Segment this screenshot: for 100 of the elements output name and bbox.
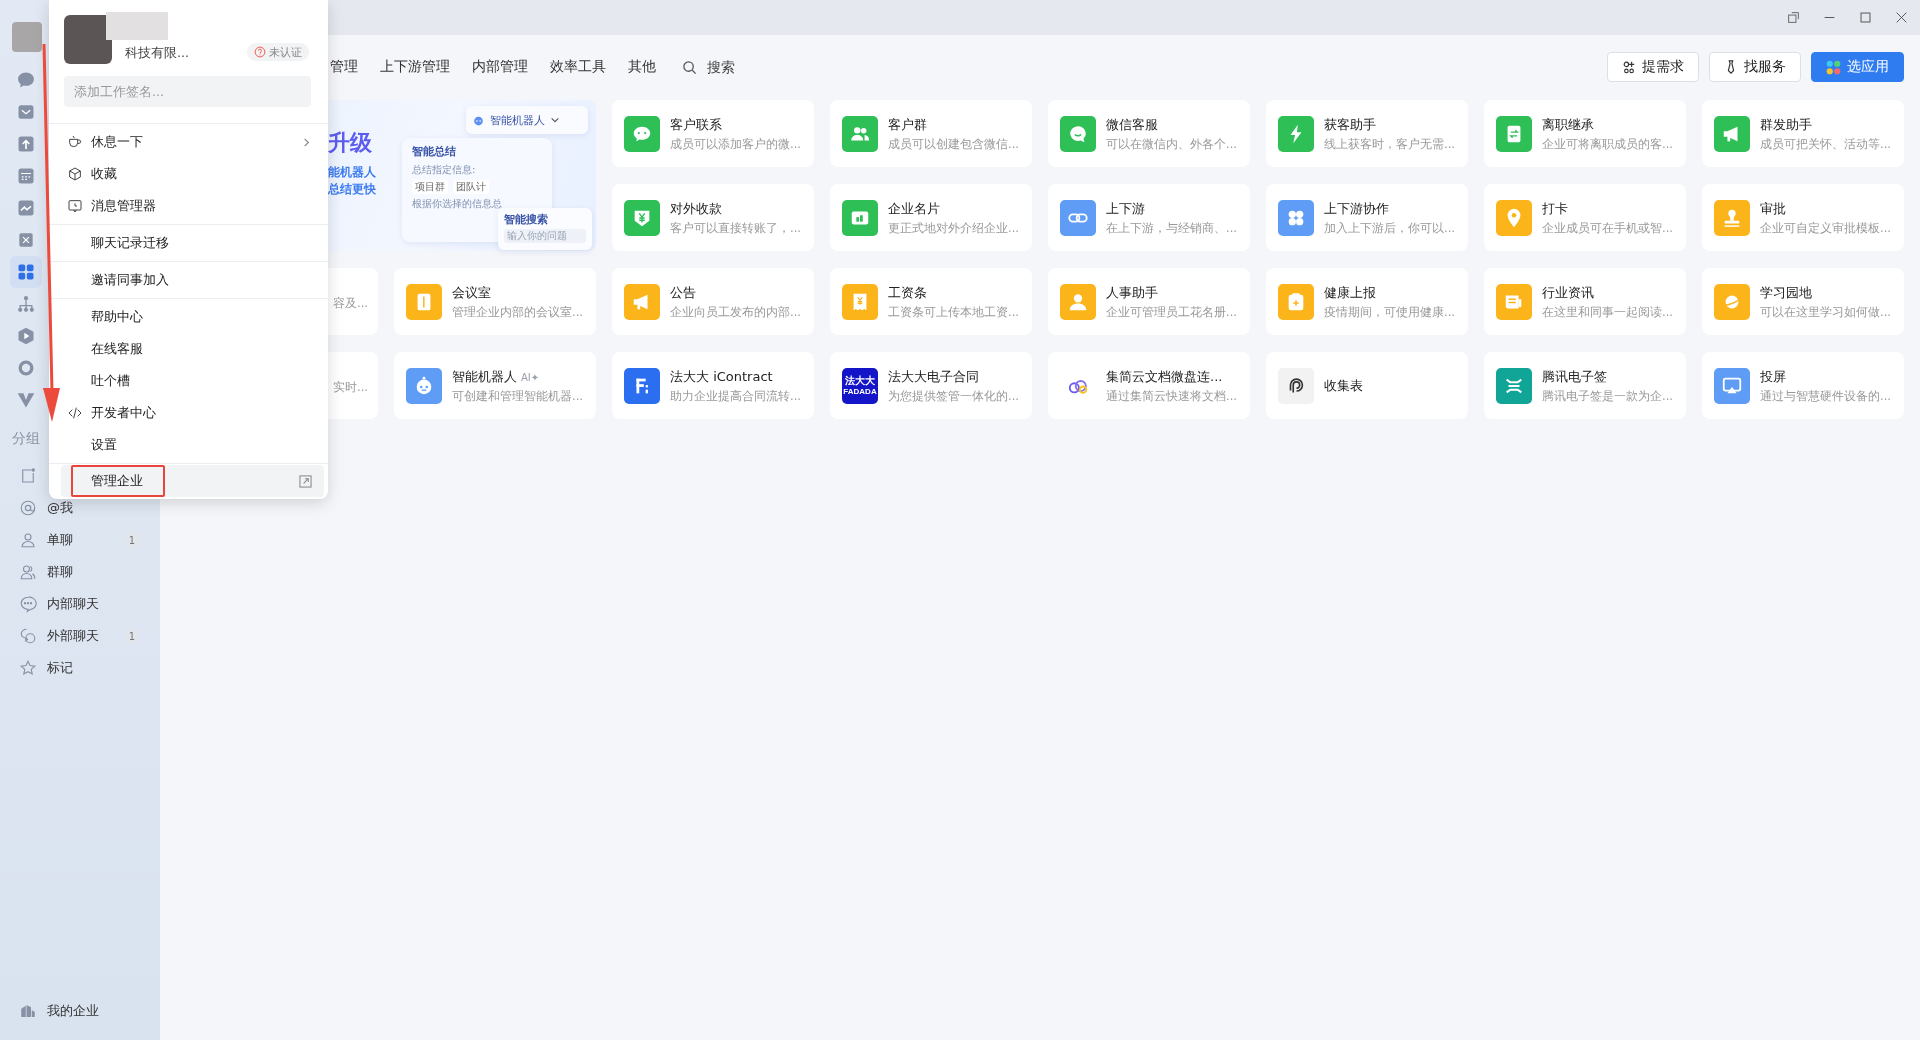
app-card[interactable]: 腾讯电子签 腾讯电子签是一款为企... — [1484, 352, 1686, 419]
category-tab[interactable]: 内部管理 — [472, 58, 528, 76]
group-item[interactable]: @我 — [47, 499, 73, 517]
app-title: 健康上报 — [1324, 283, 1376, 302]
group-item[interactable]: 单聊 — [47, 531, 73, 549]
app-title: 上下游协作 — [1324, 199, 1389, 218]
colored-dots-icon — [1826, 59, 1841, 75]
app-card[interactable]: 打卡 企业成员可在手机或智... — [1484, 184, 1686, 251]
app-card[interactable]: 微信客服 可以在微信内、外各个... — [1048, 100, 1250, 167]
app-card[interactable]: 上下游协作 加入上下游后，你可以... — [1266, 184, 1468, 251]
menu-item[interactable]: 管理企业 — [61, 465, 324, 497]
category-tab[interactable]: 上下游管理 — [380, 58, 450, 76]
company-name: 科技有限... — [125, 45, 189, 62]
app-card[interactable]: 客户联系 成员可以添加客户的微... — [612, 100, 814, 167]
app-card[interactable]: 获客助手 线上获客时，客户无需... — [1266, 100, 1468, 167]
app-card[interactable]: 企业名片 更正式地对外介绍企业... — [830, 184, 1032, 251]
category-tab[interactable]: 管理 — [330, 58, 358, 76]
enterprise-link[interactable]: 我的企业 — [47, 1002, 99, 1020]
menu-item[interactable]: 吐个槽 — [61, 365, 324, 397]
app-description: 在这里和同事一起阅读... — [1542, 304, 1673, 320]
app-card[interactable]: 公告 企业向员工发布的内部... — [612, 268, 814, 335]
app-description: 客户可以直接转账了，... — [670, 220, 801, 236]
app-title: 会议室 — [452, 283, 491, 302]
app-description: 通过与智慧硬件设备的... — [1760, 388, 1891, 404]
app-card[interactable]: 群发助手 成员可把关怀、活动等... — [1702, 100, 1904, 167]
app-description: 成员可把关怀、活动等... — [1760, 136, 1891, 152]
app-card[interactable]: 集简云文档微盘连... 通过集简云快速将文档... — [1048, 352, 1250, 419]
menu-item[interactable]: 开发者中心 — [61, 397, 324, 429]
search-icon[interactable] — [682, 59, 697, 75]
app-card[interactable]: 会议室 管理企业内部的会议室... — [394, 268, 596, 335]
double-bubble-icon[interactable] — [19, 627, 37, 645]
app-description: 可创建和管理智能机器... — [452, 388, 583, 404]
search-field[interactable]: 搜索 — [705, 58, 769, 76]
banner-headline: 升级 — [328, 129, 373, 157]
app-title: 法大大电子合同 — [888, 367, 979, 386]
menu-item[interactable]: 设置 — [61, 429, 324, 461]
app-card[interactable]: 行业资讯 在这里和同事一起阅读... — [1484, 268, 1686, 335]
at-sign-icon[interactable] — [19, 499, 37, 517]
app-card[interactable]: 工资条 工资条可上传本地工资... — [830, 268, 1032, 335]
panel-title: 智能搜索 — [504, 212, 549, 227]
action-button[interactable]: 选应用 — [1811, 52, 1904, 82]
app-title: 投屏 — [1760, 367, 1786, 386]
chevron-down-icon — [550, 115, 560, 125]
app-card[interactable]: 智能机器人 AI✦ 可创建和管理智能机器... — [394, 352, 596, 419]
app-card[interactable]: 投屏 通过与智慧硬件设备的... — [1702, 352, 1904, 419]
people-icon[interactable] — [19, 563, 37, 581]
group-item[interactable]: 外部聊天 — [47, 627, 99, 645]
maximize-icon[interactable] — [1859, 11, 1872, 24]
app-card[interactable]: 学习园地 可以在这里学习如何做... — [1702, 268, 1904, 335]
panel-text: 总结指定信息: — [412, 163, 477, 177]
star-icon[interactable] — [19, 659, 37, 677]
group-item[interactable]: 群聊 — [47, 563, 73, 581]
app-description: 加入上下游后，你可以... — [1324, 220, 1455, 236]
category-tab[interactable]: 其他 — [628, 58, 656, 76]
menu-item[interactable]: 在线客服 — [61, 333, 324, 365]
app-card[interactable]: 法大大 FADADA 法大大电子合同 为您提供签管一体化的... — [830, 352, 1032, 419]
ai-tag: AI✦ — [521, 371, 540, 383]
app-description: 疫情期间，可使用健康... — [1324, 304, 1455, 320]
app-card[interactable]: 人事助手 企业可管理员工花名册... — [1048, 268, 1250, 335]
app-card[interactable]: 上下游 在上下游，与经销商、... — [1048, 184, 1250, 251]
app-description: 可以在这里学习如何做... — [1760, 304, 1891, 320]
app-description: 企业可自定义审批模板... — [1760, 220, 1891, 236]
chat-bubble-icon[interactable] — [19, 595, 37, 613]
menu-item[interactable]: 帮助中心 — [61, 301, 324, 333]
app-title: 法大大 iContract — [670, 367, 773, 386]
menu-item[interactable]: 邀请同事加入 — [61, 264, 324, 296]
pin-window-icon[interactable] — [1787, 11, 1800, 24]
banner-text: 总结更快 — [328, 181, 376, 198]
app-card[interactable]: 收集表 — [1266, 352, 1468, 419]
app-card[interactable]: 健康上报 疫情期间，可使用健康... — [1266, 268, 1468, 335]
monitor-clock-icon — [67, 198, 83, 214]
app-title: 客户群 — [888, 115, 927, 134]
cube-icon — [67, 166, 83, 182]
action-button[interactable]: 找服务 — [1709, 52, 1801, 82]
person-icon[interactable] — [19, 531, 37, 549]
action-button[interactable]: 提需求 — [1607, 52, 1699, 82]
note-icon[interactable] — [19, 467, 37, 485]
app-title: 打卡 — [1542, 199, 1568, 218]
banner-text: 能机器人 — [328, 164, 376, 181]
grid-icon[interactable] — [10, 256, 42, 288]
chip: 项目群 — [412, 180, 448, 194]
app-description: 成员可以添加客户的微... — [670, 136, 801, 152]
group-item[interactable]: 内部聊天 — [47, 595, 99, 613]
category-tab[interactable]: 效率工具 — [550, 58, 606, 76]
count-badge: 1 — [124, 628, 140, 644]
app-description: 企业成员可在手机或智... — [1542, 220, 1673, 236]
app-title: 上下游 — [1106, 199, 1145, 218]
app-card[interactable]: 客户群 成员可以创建包含微信... — [830, 100, 1032, 167]
app-title: 工资条 — [888, 283, 927, 302]
group-item[interactable]: 标记 — [47, 659, 73, 677]
app-card[interactable]: 离职继承 企业可将离职成员的客... — [1484, 100, 1686, 167]
signature-field[interactable]: 添加工作签名... — [64, 76, 311, 107]
app-card[interactable]: 审批 企业可自定义审批模板... — [1702, 184, 1904, 251]
close-icon[interactable] — [1895, 11, 1908, 24]
app-title: 收集表 — [1324, 376, 1363, 395]
app-card[interactable]: 对外收款 客户可以直接转账了，... — [612, 184, 814, 251]
buildings-icon[interactable] — [19, 1002, 37, 1020]
app-description: 为您提供签管一体化的... — [888, 388, 1019, 404]
app-title: 智能机器人 — [452, 367, 517, 386]
app-card[interactable]: 法大大 iContract 助力企业提高合同流转... — [612, 352, 814, 419]
